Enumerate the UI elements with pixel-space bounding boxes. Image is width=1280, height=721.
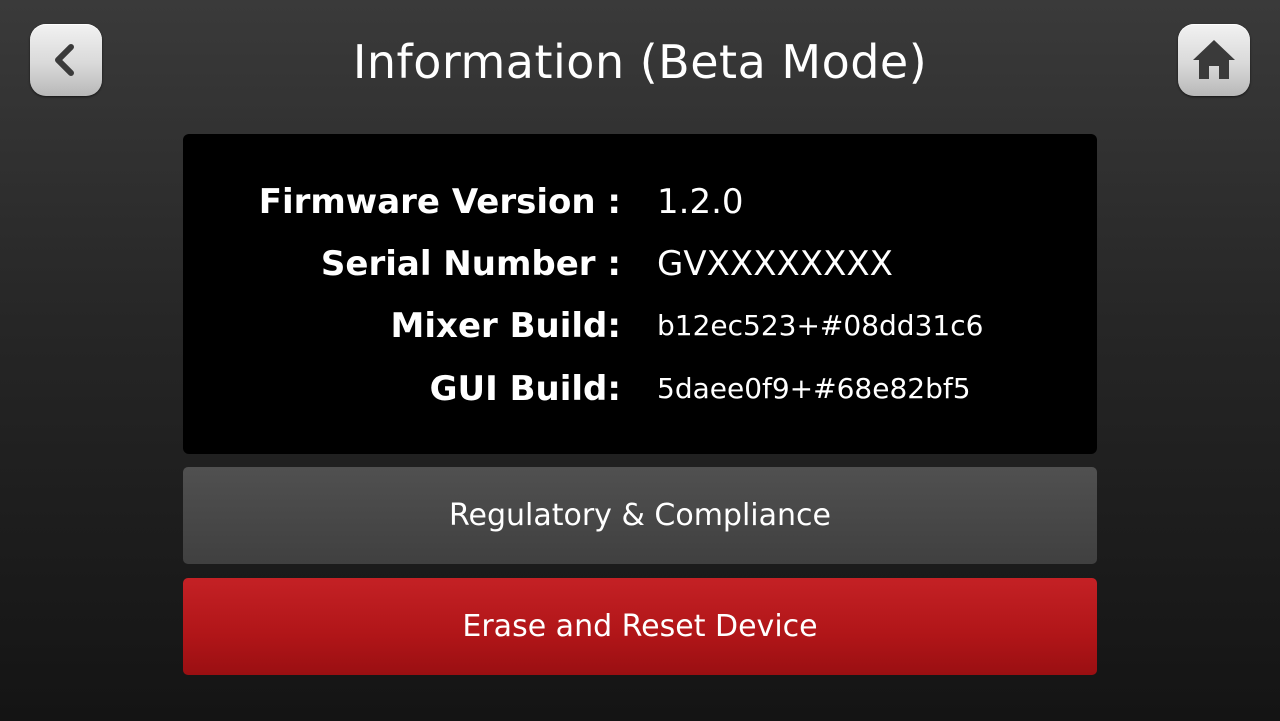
info-row-firmware-version: Firmware Version : 1.2.0	[183, 177, 1097, 227]
mixer-build-label: Mixer Build:	[390, 306, 621, 346]
home-icon	[1190, 37, 1238, 83]
firmware-version-label: Firmware Version :	[258, 182, 621, 222]
info-panel: Firmware Version : 1.2.0 Serial Number :…	[183, 134, 1097, 454]
info-row-gui-build: GUI Build: 5daee0f9+#68e82bf5	[183, 364, 1097, 414]
serial-number-value: GVXXXXXXXX	[657, 244, 893, 284]
info-row-serial-number: Serial Number : GVXXXXXXXX	[183, 239, 1097, 289]
info-row-mixer-build: Mixer Build: b12ec523+#08dd31c6	[183, 301, 1097, 351]
regulatory-compliance-button[interactable]: Regulatory & Compliance	[183, 467, 1097, 564]
mixer-build-value: b12ec523+#08dd31c6	[657, 309, 984, 342]
back-button[interactable]	[30, 24, 102, 96]
erase-reset-device-button[interactable]: Erase and Reset Device	[183, 578, 1097, 675]
page-title: Information (Beta Mode)	[352, 35, 928, 89]
gui-build-label: GUI Build:	[429, 369, 621, 409]
gui-build-value: 5daee0f9+#68e82bf5	[657, 372, 971, 405]
firmware-version-value: 1.2.0	[657, 182, 744, 222]
chevron-left-icon	[46, 40, 86, 80]
home-button[interactable]	[1178, 24, 1250, 96]
serial-number-label: Serial Number :	[320, 244, 621, 284]
